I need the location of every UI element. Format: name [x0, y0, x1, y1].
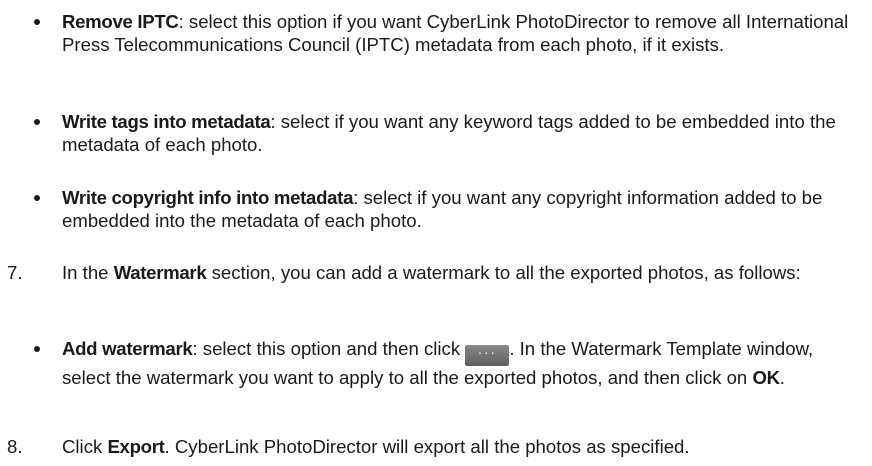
step-text: . CyberLink PhotoDirector will export al… [164, 436, 690, 457]
step-number: 7. [7, 262, 23, 283]
step-number: 8. [7, 436, 23, 457]
bullet-icon [34, 346, 40, 352]
step-text: Click [62, 436, 108, 457]
item-title: Add watermark [62, 338, 193, 359]
list-item-add-watermark: Add watermark: select this option and th… [34, 337, 862, 389]
bullet-icon [34, 195, 40, 201]
step-8: 8. Click Export. CyberLink PhotoDirector… [7, 435, 862, 458]
item-text: : select this option if you want CyberLi… [62, 11, 849, 55]
item-title: Remove IPTC [62, 11, 179, 32]
list-item-write-copyright: Write copyright info into metadata: sele… [34, 186, 862, 232]
step-7: 7. In the Watermark section, you can add… [7, 261, 862, 284]
bullet-icon [34, 19, 40, 25]
step-bold: Export [107, 436, 165, 457]
list-item-remove-iptc: Remove IPTC: select this option if you w… [34, 10, 862, 56]
browse-button[interactable]: ··· [465, 345, 510, 366]
item-text: : select this option and then click [192, 338, 466, 359]
item-title: Write tags into metadata [62, 111, 271, 132]
item-text: . [779, 367, 785, 388]
step-bold: Watermark [113, 262, 207, 283]
item-title: Write copyright info into metadata [62, 187, 354, 208]
document-page: Remove IPTC: select this option if you w… [0, 0, 872, 466]
list-item-write-tags: Write tags into metadata: select if you … [34, 110, 862, 156]
ok-bold: OK [752, 367, 780, 388]
step-text: In the [62, 262, 114, 283]
step-text: section, you can add a watermark to all … [206, 262, 801, 283]
bullet-icon [34, 119, 40, 125]
